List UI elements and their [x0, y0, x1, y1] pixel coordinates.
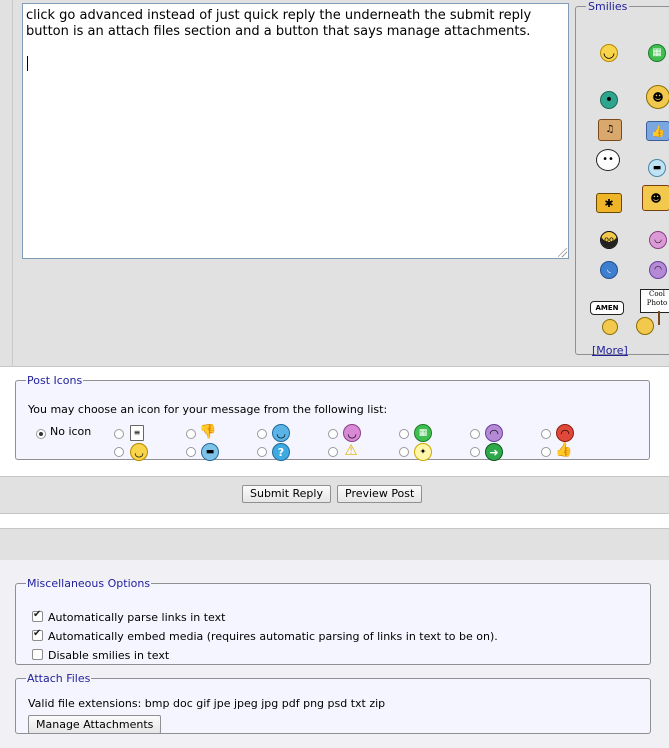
post-icons-legend: Post Icons — [27, 374, 83, 387]
purple-frown-smiley-icon[interactable]: ◠ — [649, 261, 667, 279]
green-grin-icon: ▦ — [414, 424, 432, 442]
icon-radio-purple-frown[interactable] — [470, 429, 480, 439]
question-icon: ? — [272, 443, 290, 461]
disable-smilies-label: Disable smilies in text — [48, 649, 170, 662]
thumbs-up-smiley-icon[interactable]: 👍 — [646, 121, 669, 141]
teal-face-smiley-icon[interactable]: • — [600, 91, 618, 109]
text-caret — [27, 56, 28, 71]
embed-media-label: Automatically embed media (requires auto… — [48, 630, 498, 643]
misc-options-legend: Miscellaneous Options — [27, 577, 151, 590]
icon-radio-thumbs-up[interactable] — [541, 447, 551, 457]
submit-bar: Submit Reply Preview Post — [0, 476, 669, 514]
purple-frown-icon: ◠ — [485, 424, 503, 442]
ninja-smiley-icon[interactable]: oo — [600, 231, 618, 249]
disable-smilies-checkbox[interactable] — [32, 649, 43, 660]
no-icon-radio[interactable] — [36, 429, 46, 439]
icon-radio-document[interactable] — [114, 429, 124, 439]
icon-radio-sunglasses[interactable] — [186, 447, 196, 457]
icon-radio-green-grin[interactable] — [399, 429, 409, 439]
sunglasses-smiley-icon[interactable]: ▬ — [648, 159, 666, 177]
cool-photo-face — [636, 317, 654, 335]
sunglasses-icon: ▬ — [201, 443, 219, 461]
thumbs-down-icon: 👎 — [199, 424, 217, 440]
document-icon: ≡ — [130, 425, 144, 441]
parse-links-checkbox[interactable] — [32, 609, 43, 622]
icon-radio-arrow-right[interactable] — [470, 447, 480, 457]
attach-files-legend: Attach Files — [27, 672, 91, 685]
arrow-right-icon: ➜ — [485, 443, 503, 461]
blue-face-smiley-icon[interactable]: ◟ — [600, 261, 618, 279]
speech-bubble-smiley-icon[interactable]: •• — [596, 149, 620, 171]
smilies-panel: Smilies ◡ ▦ • ☻ ♫ 👍 •• ▬ ✱ ☻ oo ◡ ◟ ◠ AM… — [575, 0, 669, 357]
attach-files-fieldset: Attach Files Valid file extensions: bmp … — [15, 672, 651, 734]
panel-divider — [12, 0, 13, 366]
no-icon-label: No icon — [50, 425, 92, 438]
lightbulb-icon: ✦ — [414, 443, 432, 461]
misc-options-fieldset: Miscellaneous Options Automatically pars… — [15, 577, 651, 665]
section-divider-band — [0, 528, 669, 561]
warning-icon: ⚠ — [344, 440, 358, 459]
cool-photo-sign: Cool Photo — [640, 289, 669, 313]
purple-grin-icon: ◡ — [343, 424, 361, 442]
icon-radio-warning[interactable] — [328, 447, 338, 457]
smilies-legend: Smilies — [588, 0, 628, 13]
amen-sign: AMEN — [590, 301, 624, 315]
parse-links-label: Automatically parse links in text — [48, 611, 226, 624]
icon-radio-question[interactable] — [257, 447, 267, 457]
purple-face-smiley-icon[interactable]: ◡ — [649, 231, 667, 249]
red-angry-icon: ◠ — [556, 424, 574, 442]
bee-smiley-icon[interactable]: ✱ — [596, 193, 622, 213]
icon-radio-thumbs-down[interactable] — [186, 429, 196, 439]
smile-icon: ◡ — [130, 443, 148, 461]
submit-reply-button[interactable]: Submit Reply — [242, 485, 331, 503]
dancing-guy-smiley-icon[interactable]: ☻ — [646, 85, 669, 109]
preview-post-button[interactable]: Preview Post — [337, 485, 423, 503]
icon-radio-purple-grin[interactable] — [328, 429, 338, 439]
editor-panel: click go advanced instead of just quick … — [0, 0, 669, 367]
message-textarea[interactable]: click go advanced instead of just quick … — [22, 3, 569, 259]
smile-blue-icon: ◡ — [272, 424, 290, 442]
cool-photo-pole — [658, 311, 660, 325]
smile-smiley-icon[interactable]: ◡ — [600, 44, 618, 62]
icon-radio-red-angry[interactable] — [541, 429, 551, 439]
icon-radio-lightbulb[interactable] — [399, 447, 409, 457]
message-text: click go advanced instead of just quick … — [26, 8, 532, 39]
embed-media-checkbox[interactable] — [32, 628, 43, 641]
valid-extensions-text: Valid file extensions: bmp doc gif jpe j… — [28, 697, 386, 710]
drummer-smiley-icon[interactable]: ♫ — [598, 119, 622, 141]
icon-radio-smile[interactable] — [114, 447, 124, 457]
more-smilies-link[interactable]: [More] — [592, 344, 628, 357]
cool-photo-smiley-icon[interactable]: Cool Photo — [634, 289, 669, 335]
sign-holder-smiley-icon[interactable]: ☻ — [642, 185, 669, 211]
thumbs-up-icon: 👍 — [555, 442, 573, 458]
big-grin-smiley-icon[interactable]: ▦ — [648, 44, 666, 62]
post-icons-fieldset: Post Icons You may choose an icon for yo… — [15, 374, 650, 461]
icon-radio-smile-blue[interactable] — [257, 429, 267, 439]
amen-face — [602, 319, 618, 335]
manage-attachments-button[interactable]: Manage Attachments — [28, 715, 162, 734]
resize-grip[interactable] — [558, 248, 567, 257]
amen-smiley-icon[interactable]: AMEN — [590, 301, 624, 335]
post-icons-intro: You may choose an icon for your message … — [28, 403, 388, 416]
